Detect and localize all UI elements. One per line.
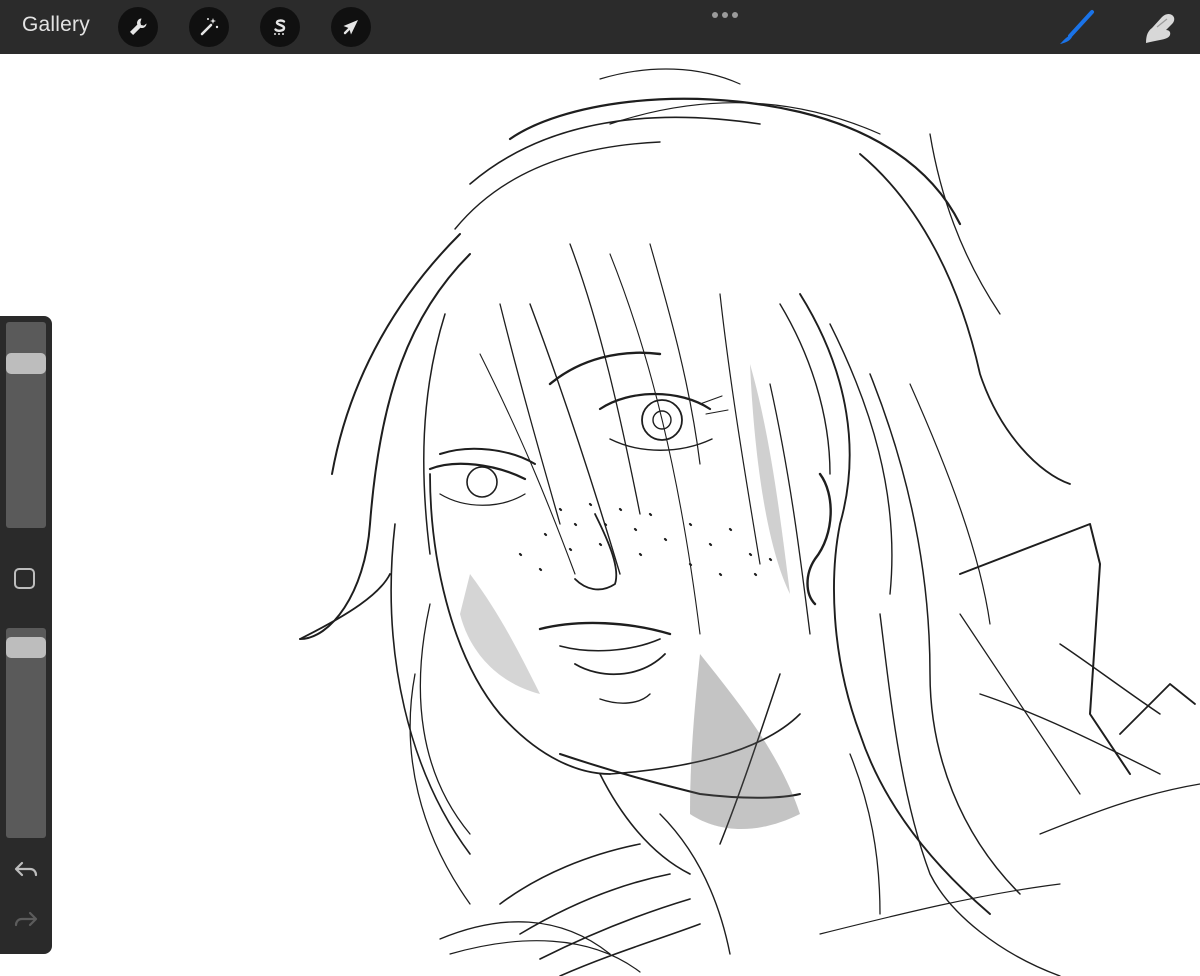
more-options-button[interactable] bbox=[710, 6, 740, 24]
sketch-shading bbox=[460, 364, 800, 829]
smudge-finger-icon[interactable] bbox=[1140, 7, 1180, 47]
top-toolbar: Gallery bbox=[0, 0, 1200, 54]
arrow-cursor-icon bbox=[343, 20, 358, 35]
brush-opacity-thumb[interactable] bbox=[6, 637, 46, 658]
drawing-canvas[interactable] bbox=[0, 54, 1200, 976]
magic-wand-icon bbox=[200, 18, 219, 36]
brush-opacity-slider[interactable] bbox=[6, 628, 46, 838]
sketch-artwork bbox=[299, 68, 1200, 976]
redo-icon[interactable] bbox=[12, 906, 40, 934]
selection-s-icon bbox=[274, 19, 286, 35]
left-sidebar bbox=[0, 316, 52, 954]
gallery-button[interactable]: Gallery bbox=[22, 13, 90, 37]
transform-button[interactable] bbox=[331, 7, 371, 47]
selection-button[interactable] bbox=[260, 7, 300, 47]
adjustments-button[interactable] bbox=[189, 7, 229, 47]
brush-size-slider[interactable] bbox=[6, 322, 46, 528]
undo-icon[interactable] bbox=[12, 856, 40, 884]
modify-button[interactable] bbox=[14, 568, 35, 589]
brush-icon[interactable] bbox=[1056, 8, 1096, 48]
ellipsis-icon bbox=[712, 12, 718, 18]
wrench-icon bbox=[130, 18, 147, 35]
brush-size-thumb[interactable] bbox=[6, 353, 46, 374]
actions-button[interactable] bbox=[118, 7, 158, 47]
